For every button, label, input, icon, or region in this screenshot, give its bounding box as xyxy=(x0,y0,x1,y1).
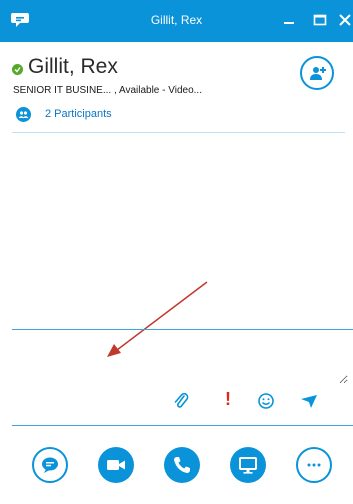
message-input[interactable] xyxy=(14,336,348,384)
send-icon[interactable] xyxy=(300,392,318,410)
video-button[interactable] xyxy=(98,447,134,483)
monitor-icon xyxy=(239,457,257,474)
paperclip-icon[interactable] xyxy=(172,392,190,410)
compose-divider xyxy=(12,329,353,330)
annotation-arrow xyxy=(107,281,208,357)
exclamation-icon[interactable]: ! xyxy=(220,390,238,410)
smiley-icon[interactable] xyxy=(257,392,275,410)
call-button[interactable] xyxy=(164,447,200,483)
video-camera-icon xyxy=(107,460,125,470)
phone-icon xyxy=(174,457,190,473)
ellipsis-icon xyxy=(307,463,321,467)
share-screen-button[interactable] xyxy=(230,447,266,483)
more-options-button[interactable] xyxy=(296,447,332,483)
chat-bubble-icon xyxy=(42,457,58,473)
bottom-divider xyxy=(12,425,353,426)
im-button[interactable] xyxy=(32,447,68,483)
